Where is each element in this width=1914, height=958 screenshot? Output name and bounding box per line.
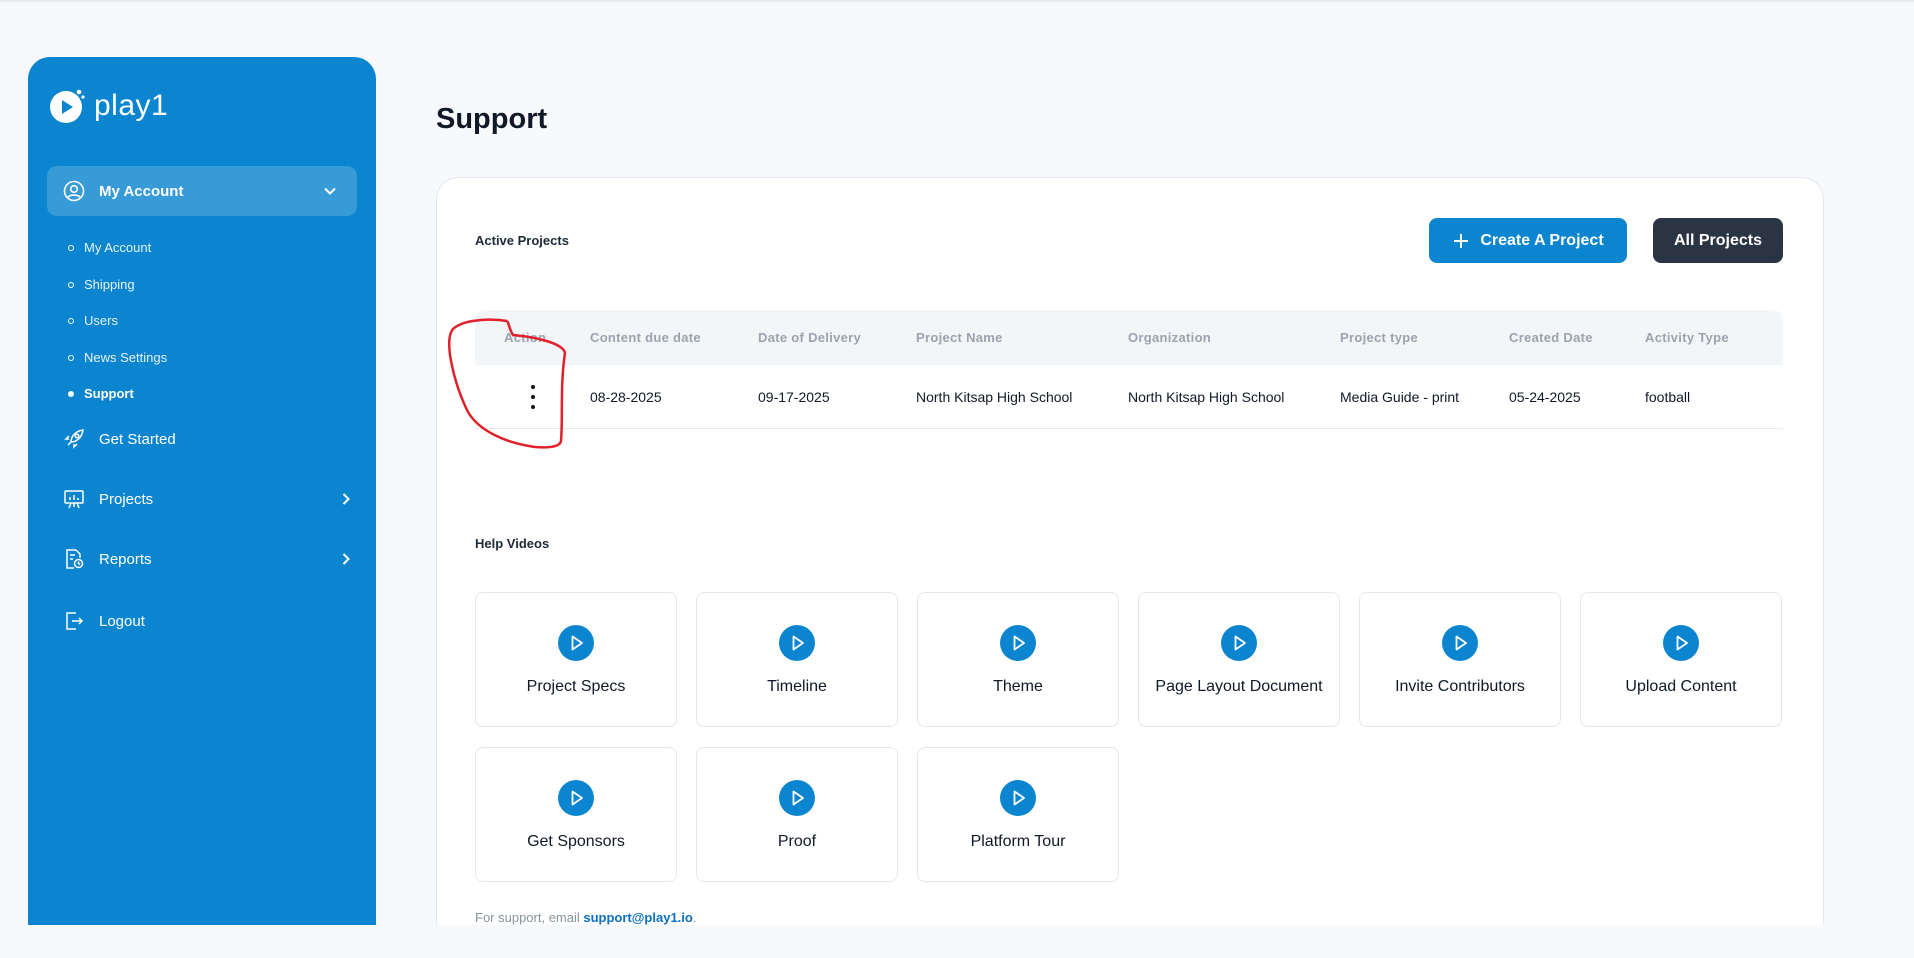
presentation-chart-icon xyxy=(64,490,84,509)
column-header-activity: Activity Type xyxy=(1645,330,1729,345)
sidebar-item-label: Logout xyxy=(99,612,145,630)
chevron-right-icon xyxy=(342,493,350,505)
cell-project-name: North Kitsap High School xyxy=(916,389,1073,405)
help-video-page-layout[interactable]: Page Layout Document xyxy=(1138,592,1340,727)
sidebar-item-projects[interactable]: Projects xyxy=(63,488,357,510)
help-video-timeline[interactable]: Timeline xyxy=(696,592,898,727)
column-header-delivery: Date of Delivery xyxy=(758,330,862,345)
bottom-edge xyxy=(0,925,1914,958)
projects-table-header: Action Content due date Date of Delivery… xyxy=(475,310,1783,365)
cell-project-type: Media Guide - print xyxy=(1340,389,1460,405)
all-projects-button[interactable]: All Projects xyxy=(1653,218,1783,263)
help-video-label: Upload Content xyxy=(1625,678,1737,695)
sidebar-subitem-users[interactable]: Users xyxy=(68,313,118,328)
sidebar-item-label: Projects xyxy=(99,490,154,508)
play-circle-icon xyxy=(1000,780,1036,816)
column-header-organization: Organization xyxy=(1128,330,1212,345)
help-video-label: Theme xyxy=(993,678,1043,695)
play-circle-icon xyxy=(1000,625,1036,661)
help-video-proof[interactable]: Proof xyxy=(696,747,898,882)
support-note-prefix: For support, email xyxy=(475,910,584,925)
support-email-link[interactable]: support@play1.io xyxy=(583,910,692,925)
play-circle-icon xyxy=(779,780,815,816)
play-circle-icon xyxy=(1442,625,1478,661)
brand-name: play1 xyxy=(94,89,169,122)
help-video-platform-tour[interactable]: Platform Tour xyxy=(917,747,1119,882)
play-circle-icon xyxy=(779,625,815,661)
rocket-icon xyxy=(64,429,84,449)
top-border xyxy=(0,0,1914,2)
user-circle-icon xyxy=(63,180,85,202)
help-video-project-specs[interactable]: Project Specs xyxy=(475,592,677,727)
play-circle-icon xyxy=(1221,625,1257,661)
sidebar-subitem-label: My Account xyxy=(84,240,152,255)
chevron-right-icon xyxy=(342,553,350,565)
help-video-theme[interactable]: Theme xyxy=(917,592,1119,727)
help-video-label: Proof xyxy=(777,833,817,850)
cell-organization: North Kitsap High School xyxy=(1128,389,1285,405)
report-document-icon xyxy=(66,549,84,569)
cell-delivery: 09-17-2025 xyxy=(758,389,830,405)
help-videos-title: Help Videos xyxy=(475,536,550,551)
column-header-action: Action xyxy=(504,330,547,345)
help-video-label: Timeline xyxy=(767,678,827,695)
sidebar-item-reports[interactable]: Reports xyxy=(63,548,357,570)
cell-content-due: 08-28-2025 xyxy=(590,389,662,405)
column-header-project-type: Project type xyxy=(1340,330,1419,345)
sidebar-item-label: Get Started xyxy=(99,430,176,448)
brand-logo[interactable]: play1 xyxy=(48,87,168,125)
column-header-project-name: Project Name xyxy=(916,330,1003,345)
cell-activity: football xyxy=(1645,389,1691,405)
logout-icon xyxy=(66,612,84,630)
bullet-icon xyxy=(68,281,74,288)
sidebar-subitem-shipping[interactable]: Shipping xyxy=(68,277,135,292)
sidebar: play1 My Account My Account Shipping Use… xyxy=(28,57,376,958)
play-circle-icon xyxy=(558,625,594,661)
column-header-created: Created Date xyxy=(1509,330,1593,345)
bullet-icon xyxy=(68,317,74,324)
create-project-button[interactable]: Create A Project xyxy=(1429,218,1627,263)
help-video-invite-contributors[interactable]: Invite Contributors xyxy=(1359,592,1561,727)
play-circle-icon xyxy=(1663,625,1699,661)
bullet-icon xyxy=(68,390,74,397)
sidebar-item-logout[interactable]: Logout xyxy=(63,610,357,632)
table-row: 08-28-2025 09-17-2025 North Kitsap High … xyxy=(475,365,1783,429)
sidebar-item-label: My Account xyxy=(99,182,184,200)
help-video-label: Invite Contributors xyxy=(1395,678,1525,695)
sidebar-subitem-label: News Settings xyxy=(84,350,168,365)
help-video-upload-content[interactable]: Upload Content xyxy=(1580,592,1782,727)
row-actions-menu-icon[interactable] xyxy=(527,385,539,409)
active-projects-title: Active Projects xyxy=(475,233,569,248)
help-video-label: Get Sponsors xyxy=(527,833,625,850)
play-circle-icon xyxy=(558,780,594,816)
sidebar-subitem-label: Shipping xyxy=(84,277,135,292)
support-card: Active Projects Create A Project All Pro… xyxy=(436,177,1824,958)
cell-created: 05-24-2025 xyxy=(1509,389,1581,405)
page-title: Support xyxy=(436,103,548,135)
sidebar-item-get-started[interactable]: Get Started xyxy=(63,428,357,450)
bullet-icon xyxy=(68,354,74,361)
help-video-label: Page Layout Document xyxy=(1155,678,1323,695)
column-header-content-due: Content due date xyxy=(590,330,701,345)
sidebar-subitem-support[interactable]: Support xyxy=(68,386,134,401)
help-video-label: Platform Tour xyxy=(970,833,1066,850)
sidebar-item-my-account[interactable]: My Account xyxy=(47,166,357,216)
help-video-label: Project Specs xyxy=(526,678,626,695)
support-note: For support, email support@play1.io. xyxy=(475,910,696,925)
sidebar-item-label: Reports xyxy=(99,550,152,568)
support-note-suffix: . xyxy=(692,910,697,925)
play1-logo-icon xyxy=(50,89,85,123)
chevron-down-icon xyxy=(324,187,336,195)
sidebar-subitem-label: Support xyxy=(84,386,134,401)
help-video-get-sponsors[interactable]: Get Sponsors xyxy=(475,747,677,882)
sidebar-subitem-news-settings[interactable]: News Settings xyxy=(68,350,167,365)
sidebar-subitem-label: Users xyxy=(84,313,118,328)
bullet-icon xyxy=(68,244,74,251)
sidebar-subitem-my-account[interactable]: My Account xyxy=(68,240,151,255)
plus-icon xyxy=(1454,233,1469,248)
create-project-label: Create A Project xyxy=(1480,231,1604,249)
